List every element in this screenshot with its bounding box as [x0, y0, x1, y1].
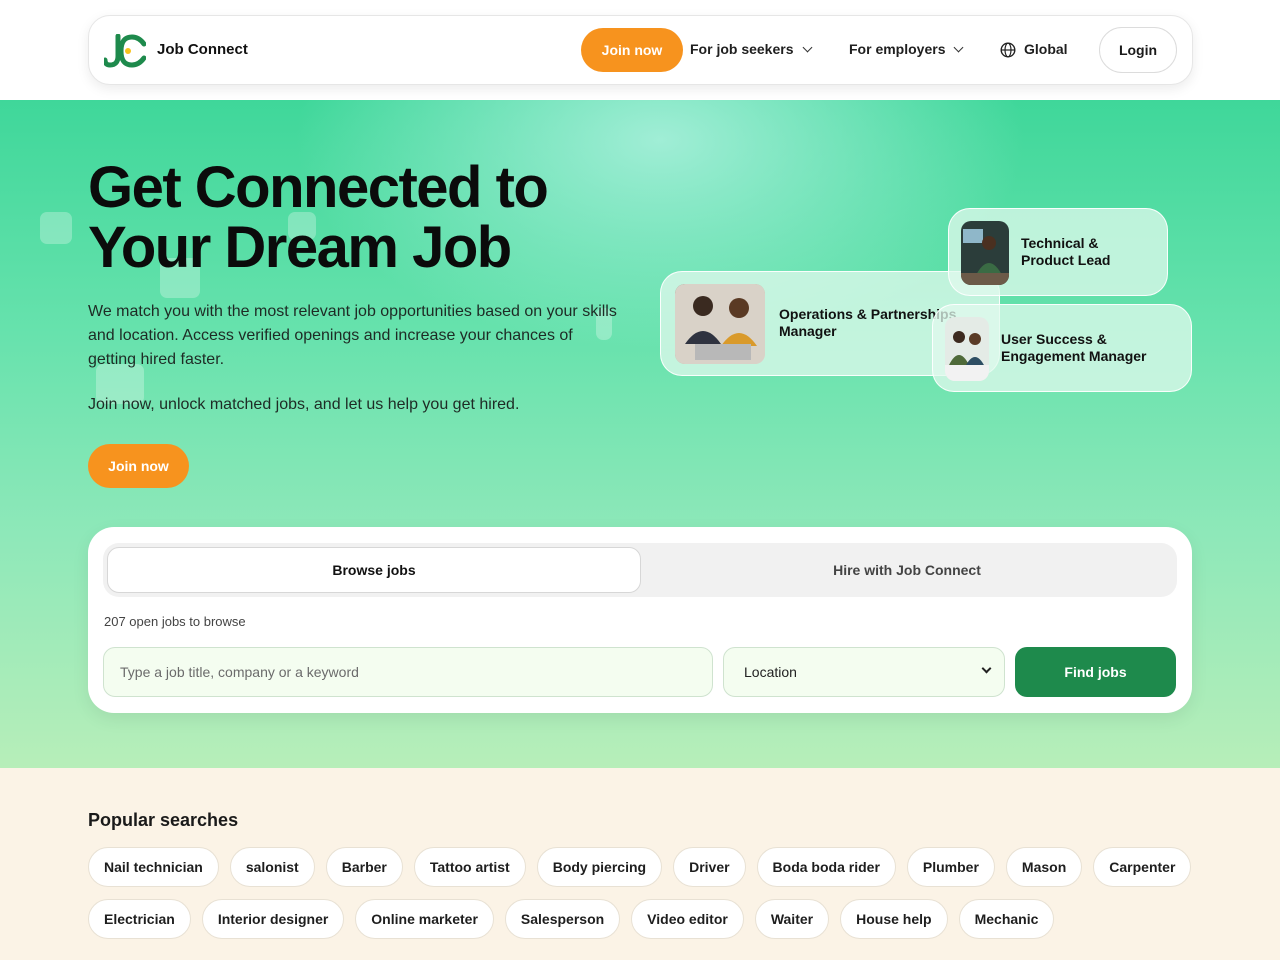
job-card-title: User Success & Engagement Manager: [1001, 331, 1147, 364]
search-chip[interactable]: Carpenter: [1093, 847, 1192, 887]
find-jobs-button[interactable]: Find jobs: [1015, 647, 1176, 697]
job-seekers-label: For job seekers: [690, 41, 794, 57]
search-chip[interactable]: Body piercing: [536, 847, 663, 887]
top-bar: Job Connect Join now For job seekers For…: [0, 0, 1280, 100]
hero-description: We match you with the most relevant job …: [88, 303, 617, 368]
tab-hire-with-job-connect[interactable]: Hire with Job Connect: [641, 547, 1173, 593]
global-region-selector[interactable]: Global: [1024, 41, 1068, 57]
search-input[interactable]: [103, 647, 713, 697]
employers-menu[interactable]: For employers: [849, 41, 964, 57]
hero-title: Get Connected to Your Dream Job: [88, 155, 549, 280]
location-select[interactable]: Location: [723, 647, 1005, 697]
search-chip[interactable]: Waiter: [754, 899, 830, 939]
job-connect-logo-icon[interactable]: [104, 34, 146, 68]
office-meeting-icon: [675, 284, 765, 364]
search-chip[interactable]: Mason: [1005, 847, 1083, 887]
job-photo: [675, 284, 765, 364]
search-chip[interactable]: Driver: [673, 847, 746, 887]
location-select-label: Location: [744, 664, 797, 680]
search-chip[interactable]: Boda boda rider: [756, 847, 896, 887]
login-button[interactable]: Login: [1099, 27, 1177, 73]
popular-searches-title: Popular searches: [88, 810, 239, 830]
search-chip[interactable]: House help: [840, 899, 948, 939]
search-chip[interactable]: Electrician: [88, 899, 191, 939]
hero-section: Get Connected to Your Dream Job We match…: [0, 100, 1280, 768]
popular-searches-list: Nail technician salonist Barber Tattoo a…: [88, 847, 1198, 939]
job-card-title: Technical & Product Lead: [1021, 235, 1111, 268]
chevron-down-icon: [802, 42, 812, 53]
search-chip[interactable]: Plumber: [906, 847, 995, 887]
job-card[interactable]: Technical & Product Lead: [948, 208, 1168, 296]
job-seekers-menu[interactable]: For job seekers: [690, 41, 812, 57]
search-chip[interactable]: Salesperson: [504, 899, 621, 939]
search-tabs: Browse jobs Hire with Job Connect: [103, 543, 1177, 597]
search-chip[interactable]: Online marketer: [355, 899, 494, 939]
chevron-down-icon: [981, 663, 992, 674]
brand-name[interactable]: Job Connect: [157, 41, 248, 58]
globe-icon: [1000, 42, 1016, 58]
search-chip[interactable]: Nail technician: [88, 847, 219, 887]
job-photo: [945, 317, 989, 381]
search-chip[interactable]: Mechanic: [958, 899, 1055, 939]
team-meeting-icon: [945, 317, 989, 381]
search-chip[interactable]: Tattoo artist: [413, 847, 526, 887]
search-chip[interactable]: Interior designer: [201, 899, 345, 939]
employers-label: For employers: [849, 41, 946, 57]
navbar: Job Connect Join now For job seekers For…: [88, 15, 1193, 85]
open-jobs-count: 207 open jobs to browse: [104, 614, 246, 629]
chevron-down-icon: [954, 42, 964, 53]
tab-browse-jobs[interactable]: Browse jobs: [107, 547, 641, 593]
job-photo: [961, 221, 1009, 285]
search-chip[interactable]: salonist: [229, 847, 315, 887]
nav-join-button[interactable]: Join now: [581, 28, 683, 72]
developer-desk-icon: [961, 221, 1009, 285]
decor-square: [40, 212, 72, 244]
job-card[interactable]: User Success & Engagement Manager: [932, 304, 1192, 392]
hero-subtext: Join now, unlock matched jobs, and let u…: [88, 396, 520, 413]
search-chip[interactable]: Barber: [325, 847, 403, 887]
job-search-panel: Browse jobs Hire with Job Connect 207 op…: [88, 527, 1192, 713]
hero-join-button[interactable]: Join now: [88, 444, 189, 488]
search-chip[interactable]: Video editor: [631, 899, 744, 939]
